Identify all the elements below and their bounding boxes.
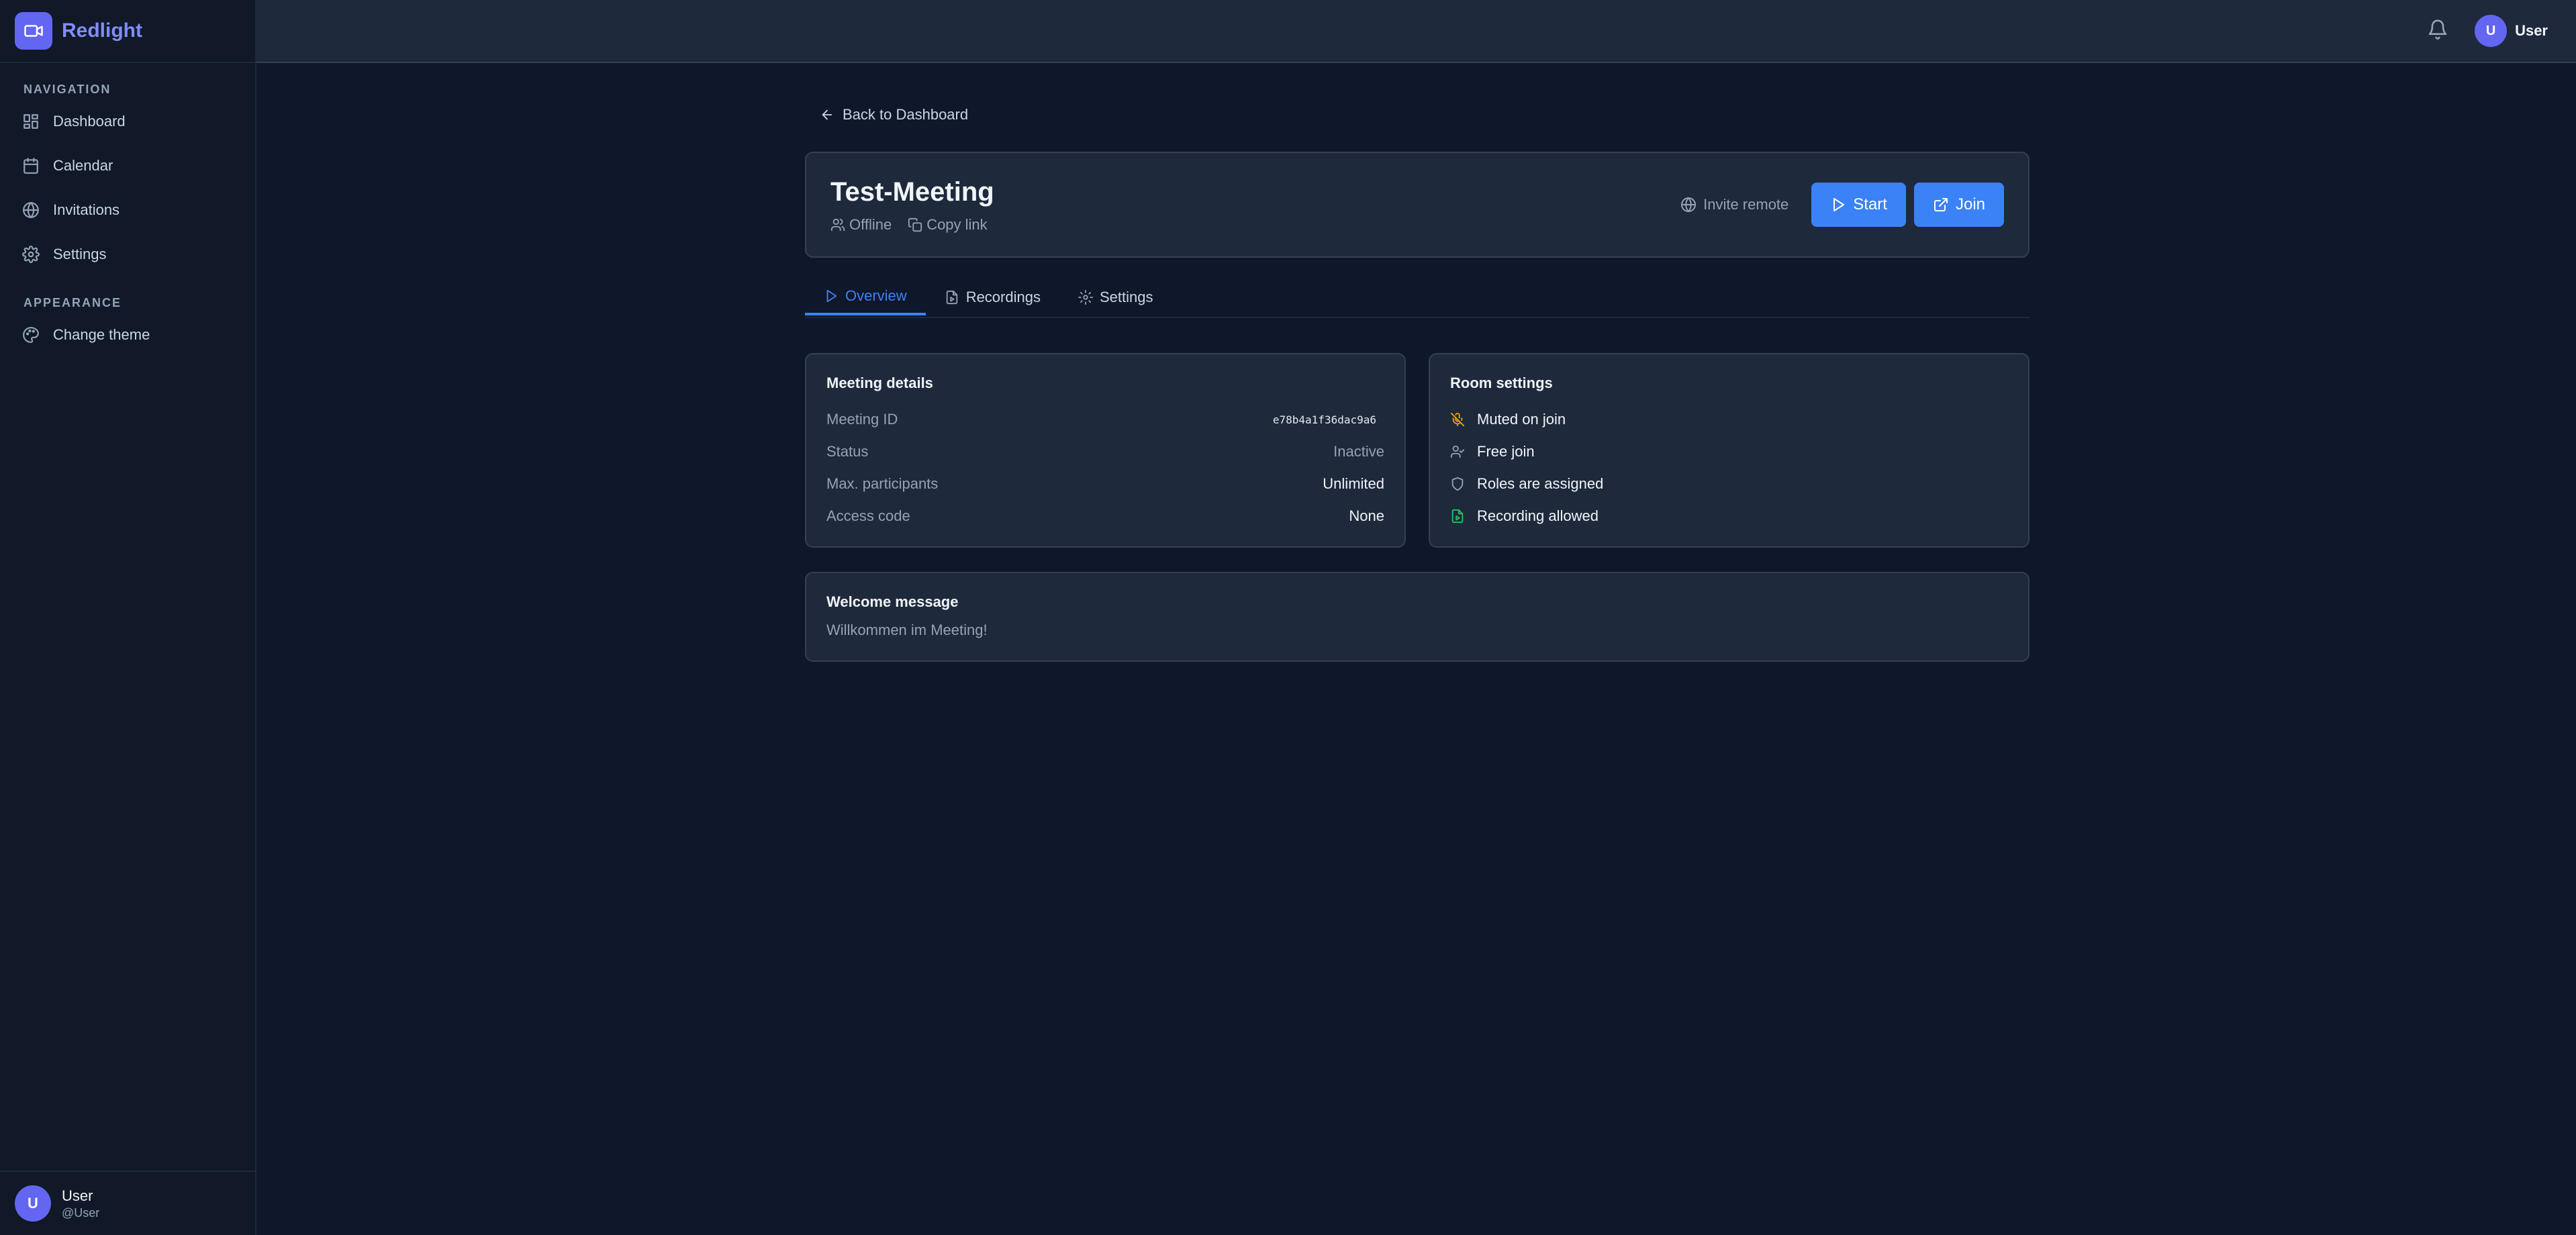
- back-link-label: Back to Dashboard: [843, 106, 969, 123]
- gear-icon: [22, 246, 40, 263]
- tab-label: Settings: [1099, 289, 1153, 305]
- meeting-meta: Offline Copy link: [830, 216, 1004, 234]
- tab-label: Overview: [845, 287, 907, 304]
- room-setting-label: Muted on join: [1477, 411, 1566, 428]
- palette-icon: [23, 327, 39, 343]
- detail-row-max-participants: Max. participants Unlimited: [826, 474, 1384, 494]
- invite-remote-button[interactable]: Invite remote: [1680, 196, 1788, 213]
- status-indicator: Offline: [830, 216, 892, 234]
- change-theme-label: Change theme: [53, 326, 150, 343]
- meeting-header-card: Test-Meeting Offline Copy link Invite re…: [805, 152, 2030, 258]
- join-button[interactable]: Join: [1913, 183, 2004, 227]
- tab-overview[interactable]: Overview: [805, 279, 926, 315]
- brand[interactable]: Redlight: [0, 0, 255, 63]
- card-title: Welcome message: [826, 593, 959, 610]
- start-button[interactable]: Start: [1811, 183, 1906, 227]
- detail-row-access-code: Access code None: [826, 506, 1384, 526]
- sidebar-item-settings[interactable]: Settings: [0, 232, 255, 277]
- sidebar-user-profile[interactable]: U User @User: [0, 1171, 255, 1235]
- sidebar-item-label: Calendar: [53, 157, 113, 174]
- play-icon: [1833, 198, 1845, 211]
- arrow-left-icon: [822, 109, 832, 120]
- nav-section-heading: NAVIGATION: [23, 82, 111, 96]
- copy-link-button[interactable]: Copy link: [908, 216, 988, 234]
- room-setting-roles-assigned: Roles are assigned: [1450, 474, 1603, 494]
- detail-label: Max. participants: [826, 475, 939, 492]
- room-setting-muted-on-join: Muted on join: [1450, 409, 1566, 430]
- copy-link-label: Copy link: [926, 216, 988, 233]
- appearance-section-heading: APPEARANCE: [23, 295, 122, 309]
- tab-label: Recordings: [965, 289, 1041, 305]
- card-title: Meeting details: [826, 375, 933, 391]
- sidebar-item-label: Dashboard: [53, 113, 126, 130]
- welcome-message-card: Welcome message Willkommen im Meeting!: [805, 572, 2030, 662]
- page-title: Test-Meeting: [830, 177, 994, 207]
- user-check-icon: [1450, 445, 1465, 458]
- invite-remote-label: Invite remote: [1703, 196, 1789, 213]
- room-setting-label: Free join: [1477, 443, 1535, 460]
- copy-icon: [908, 217, 922, 232]
- start-button-label: Start: [1853, 195, 1887, 213]
- room-setting-free-join: Free join: [1450, 442, 1535, 462]
- status-label: Offline: [849, 216, 892, 233]
- user-name: User: [62, 1187, 93, 1204]
- user-menu[interactable]: U User: [2475, 15, 2548, 47]
- room-setting-recording-allowed: Recording allowed: [1450, 506, 1599, 526]
- sidebar-item-invitations[interactable]: Invitations: [0, 188, 255, 232]
- max-participants-value: Unlimited: [1323, 475, 1384, 492]
- file-video-icon: [946, 290, 957, 305]
- play-icon: [826, 289, 837, 303]
- detail-label: Status: [826, 443, 869, 460]
- users-icon: [830, 218, 845, 232]
- shield-icon: [1451, 477, 1464, 491]
- meeting-details-card: Meeting details Meeting ID e78b4a1f36dac…: [805, 353, 1406, 548]
- external-link-icon: [1934, 198, 1948, 211]
- access-code-value: None: [1349, 507, 1384, 524]
- sidebar-item-calendar[interactable]: Calendar: [0, 144, 255, 188]
- notifications-bell-icon[interactable]: [2427, 19, 2448, 40]
- detail-label: Meeting ID: [826, 411, 898, 428]
- brand-name: Redlight: [62, 19, 142, 42]
- join-button-label: Join: [1955, 195, 1985, 213]
- mic-off-icon: [1450, 412, 1465, 427]
- meeting-actions: Invite remote Start Join: [1680, 183, 2004, 227]
- welcome-message-text: Willkommen im Meeting!: [826, 622, 988, 638]
- avatar: U: [2475, 15, 2508, 47]
- grid-icon: [23, 114, 38, 129]
- tab-recordings[interactable]: Recordings: [926, 279, 1059, 315]
- tab-settings[interactable]: Settings: [1059, 279, 1172, 315]
- room-setting-label: Roles are assigned: [1477, 475, 1604, 492]
- gear-icon: [1078, 290, 1093, 305]
- sidebar: Redlight NAVIGATION Dashboard Calendar I…: [0, 0, 256, 1235]
- user-handle: @User: [62, 1205, 100, 1220]
- globe-icon: [23, 202, 39, 218]
- top-bar: U User: [256, 0, 2576, 63]
- room-setting-label: Recording allowed: [1477, 507, 1599, 524]
- sidebar-item-label: Invitations: [53, 201, 120, 218]
- back-to-dashboard-link[interactable]: Back to Dashboard: [805, 101, 2030, 129]
- change-theme-button[interactable]: Change theme: [0, 313, 255, 357]
- sidebar-item-dashboard[interactable]: Dashboard: [0, 99, 255, 144]
- room-settings-card: Room settings Muted on join Free join Ro…: [1429, 353, 2030, 548]
- globe-icon: [1681, 197, 1697, 212]
- avatar: U: [15, 1185, 51, 1222]
- calendar-icon: [23, 158, 38, 174]
- card-title: Room settings: [1450, 375, 1553, 391]
- status-value: Inactive: [1333, 443, 1384, 460]
- main-content: Back to Dashboard Test-Meeting Offline C…: [805, 101, 2030, 662]
- file-video-icon: [1451, 509, 1464, 524]
- meeting-id-value: e78b4a1f36dac9a6: [1272, 413, 1376, 426]
- meeting-tabs: Overview Recordings Settings: [805, 279, 2030, 318]
- detail-label: Access code: [826, 507, 910, 524]
- detail-row-status: Status Inactive: [826, 442, 1384, 462]
- video-camera-icon: [15, 12, 52, 50]
- sidebar-item-label: Settings: [53, 246, 107, 262]
- detail-row-meeting-id: Meeting ID e78b4a1f36dac9a6: [826, 409, 1384, 430]
- user-name: User: [2515, 22, 2548, 39]
